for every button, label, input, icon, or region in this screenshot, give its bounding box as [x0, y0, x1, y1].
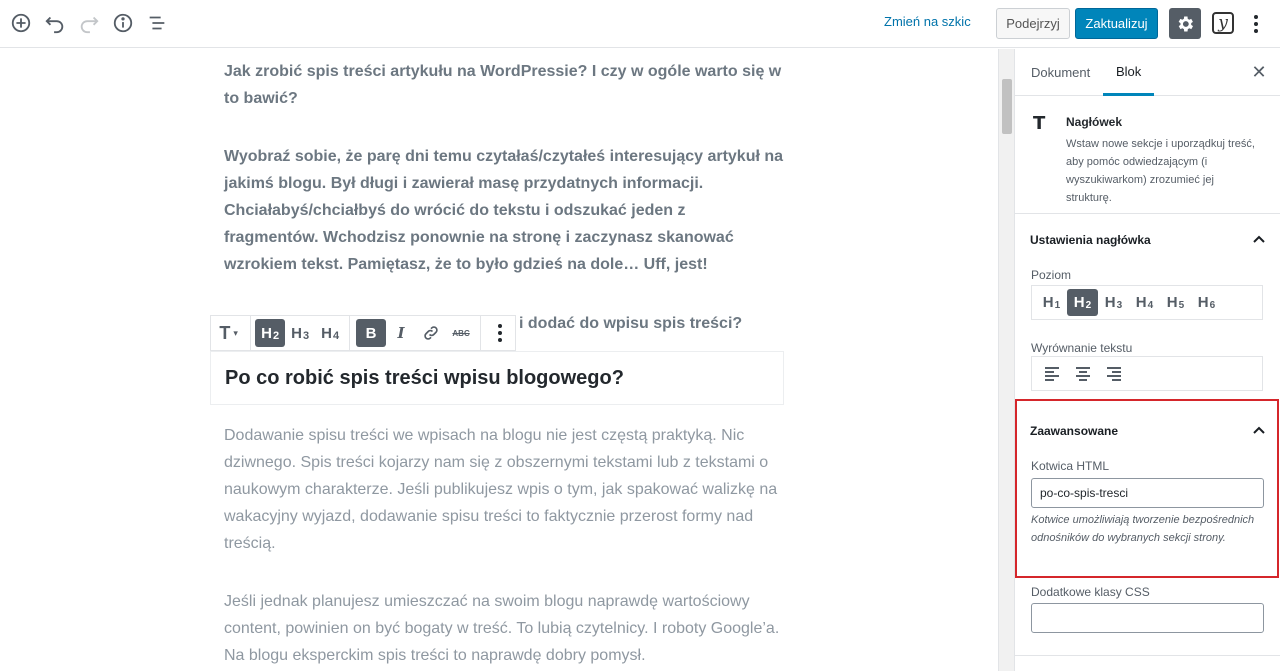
advanced-panel-toggle[interactable]: Zaawansowane	[1015, 406, 1280, 451]
more-vertical-icon	[497, 324, 502, 342]
html-anchor-label: Kotwica HTML	[1031, 459, 1110, 473]
paragraph-block[interactable]: Dodawanie spisu treści we wpisach na blo…	[224, 422, 784, 557]
change-block-type-button[interactable]: T ▾	[211, 319, 246, 347]
level-h6-button[interactable]: H6	[1191, 289, 1222, 316]
heading-text[interactable]: Po co robić spis treści wpisu blogowego?	[225, 367, 624, 390]
more-options-button[interactable]	[1245, 10, 1267, 38]
editor-scrollbar[interactable]	[998, 49, 1014, 671]
paragraph-block[interactable]: Jak zrobić spis treści artykułu na WordP…	[224, 58, 784, 112]
update-button[interactable]: Zaktualizuj	[1075, 8, 1158, 39]
align-left-icon	[1044, 366, 1059, 381]
chevron-up-icon	[1253, 426, 1265, 434]
css-classes-input[interactable]	[1031, 603, 1264, 633]
align-right-icon	[1106, 366, 1121, 381]
sidebar-tabs: Dokument Blok ✕	[1015, 49, 1280, 96]
switch-to-draft-link[interactable]: Zmień na szkic	[884, 14, 971, 29]
block-more-options-button[interactable]	[485, 319, 515, 347]
align-left-button[interactable]	[1036, 360, 1067, 387]
settings-sidebar: Dokument Blok ✕ T Nagłówek Wstaw nowe se…	[1014, 49, 1280, 671]
block-card: T Nagłówek Wstaw nowe sekcje i uporządku…	[1015, 97, 1280, 214]
link-icon	[424, 326, 438, 340]
yoast-seo-button[interactable]: y	[1211, 9, 1235, 37]
level-h3-button[interactable]: H3	[1098, 289, 1129, 316]
caret-down-icon: ▾	[233, 327, 238, 338]
heading-level-3-button[interactable]: H3	[285, 319, 315, 347]
bold-button[interactable]: B	[356, 319, 387, 347]
close-icon[interactable]: ✕	[1250, 62, 1268, 82]
gear-icon	[1178, 16, 1193, 31]
level-label: Poziom	[1031, 268, 1072, 282]
html-anchor-input[interactable]: po-co-spis-tresci	[1031, 478, 1264, 508]
more-vertical-icon	[1254, 15, 1258, 33]
level-h4-button[interactable]: H4	[1129, 289, 1160, 316]
heading-level-2-button[interactable]: H2	[255, 319, 286, 347]
divider	[1015, 655, 1280, 656]
align-right-button[interactable]	[1098, 360, 1129, 387]
level-h1-button[interactable]: H1	[1036, 289, 1067, 316]
align-center-button[interactable]	[1067, 360, 1098, 387]
outline-icon[interactable]	[145, 11, 169, 35]
level-h2-button[interactable]: H2	[1067, 289, 1098, 316]
panel-title: Ustawienia nagłówka	[1030, 233, 1151, 247]
paragraph-block[interactable]: Wyobraź sobie, że parę dni temu czytałaś…	[224, 143, 784, 278]
block-toolbar: T ▾ H2 H3 H4 B I ABC	[210, 315, 516, 351]
info-icon[interactable]	[111, 11, 135, 35]
level-h5-button[interactable]: H5	[1160, 289, 1191, 316]
align-center-icon	[1075, 366, 1090, 381]
tab-block[interactable]: Blok	[1103, 49, 1155, 96]
editor-canvas[interactable]: Jak zrobić spis treści artykułu na WordP…	[0, 49, 998, 671]
align-label: Wyrównanie tekstu	[1031, 341, 1133, 355]
heading-level-toolbar: H1 H2 H3 H4 H5 H6	[1031, 285, 1263, 320]
scrollbar-thumb[interactable]	[1002, 79, 1012, 134]
text-align-toolbar	[1031, 356, 1263, 391]
block-card-title: Nagłówek	[1066, 115, 1123, 129]
heading-settings-panel-toggle[interactable]: Ustawienia nagłówka	[1015, 215, 1280, 265]
strikethrough-button[interactable]: ABC	[446, 319, 476, 347]
add-block-icon[interactable]	[9, 11, 33, 35]
tab-document[interactable]: Dokument	[1031, 49, 1090, 96]
italic-button[interactable]: I	[386, 319, 416, 347]
settings-button[interactable]	[1169, 8, 1201, 39]
heading-type-icon: T	[219, 322, 231, 343]
link-button[interactable]	[416, 319, 446, 347]
css-classes-label: Dodatkowe klasy CSS	[1031, 585, 1150, 599]
panel-title: Zaawansowane	[1030, 424, 1119, 438]
chevron-up-icon	[1253, 235, 1265, 243]
yoast-icon: y	[1212, 12, 1234, 34]
undo-icon[interactable]	[43, 11, 67, 35]
editor-header: Zmień na szkic Podejrzyj Zaktualizuj y	[0, 0, 1280, 48]
block-card-description: Wstaw nowe sekcje i uporządkuj treść, ab…	[1066, 138, 1255, 204]
html-anchor-help: Kotwice umożliwiają tworzenie bezpośredn…	[1031, 514, 1255, 544]
paragraph-visible-text: i dodać do wpisu spis treści?	[519, 315, 743, 332]
heading-block-icon: T	[1033, 113, 1046, 134]
heading-block[interactable]: Po co robić spis treści wpisu blogowego?	[210, 351, 784, 405]
paragraph-block[interactable]: Jeśli jednak planujesz umieszczać na swo…	[224, 588, 784, 669]
heading-level-4-button[interactable]: H4	[315, 319, 345, 347]
redo-icon[interactable]	[77, 11, 101, 35]
preview-button[interactable]: Podejrzyj	[996, 8, 1070, 39]
